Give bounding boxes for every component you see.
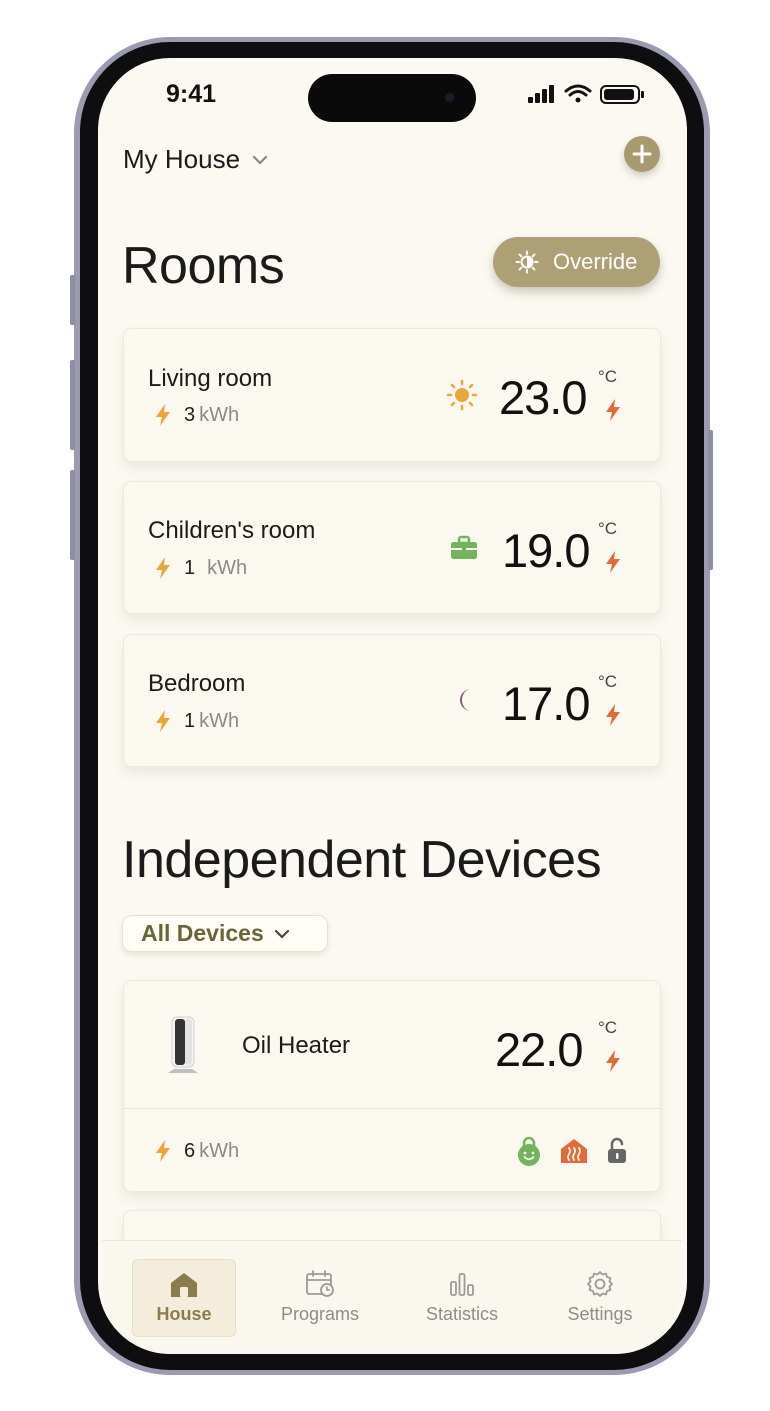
room-temperature: 19.0 — [502, 524, 590, 577]
room-kwh-unit: kWh — [199, 709, 240, 732]
house-selector[interactable]: My House — [123, 144, 268, 175]
tab-bar: House Programs Statistics Settings — [102, 1240, 682, 1354]
room-energy: 1 kWh — [154, 556, 247, 580]
calendar-icon — [306, 1269, 334, 1297]
temperature-unit: °C — [598, 1018, 618, 1037]
heating-bolt-icon — [606, 1050, 620, 1072]
tab-statistics[interactable]: Statistics — [412, 1259, 512, 1335]
room-card-living-room[interactable]: Living room 3 kWh 23.0 °C — [123, 328, 661, 462]
device-kwh-unit: kWh — [199, 1139, 240, 1162]
app-screen: 9:41 My House Rooms Override Living room… — [98, 58, 687, 1354]
child-lock-icon — [518, 1136, 540, 1166]
tab-programs[interactable]: Programs — [270, 1259, 370, 1335]
house-icon — [171, 1272, 197, 1297]
chevron-down-icon — [274, 929, 289, 939]
volume-down-button — [70, 470, 75, 560]
device-temperature: 22.0 — [495, 1023, 583, 1076]
room-temperature: 23.0 — [499, 371, 587, 424]
rooms-title: Rooms — [122, 237, 285, 295]
room-kwh-value: 3 — [184, 403, 196, 426]
lightning-icon — [156, 710, 170, 732]
card-divider — [124, 1108, 660, 1109]
device-status-icons — [516, 1136, 628, 1166]
device-card-oil-heater[interactable]: Oil Heater 22.0 °C 6 kWh — [123, 980, 661, 1192]
room-name: Bedroom — [148, 670, 246, 697]
cellular-signal-icon — [528, 85, 554, 103]
volume-up-button — [70, 360, 75, 450]
device-name: Oil Heater — [242, 1032, 351, 1059]
battery-icon — [600, 85, 644, 104]
temperature-unit: °C — [598, 519, 618, 538]
device-energy: 6 kWh — [154, 1139, 239, 1163]
lightning-icon — [156, 1140, 170, 1162]
room-kwh-value: 1 — [184, 709, 196, 732]
room-energy: 3 kWh — [154, 403, 239, 427]
dynamic-island — [308, 74, 476, 122]
tab-label: Statistics — [425, 1303, 499, 1324]
moon-icon — [460, 689, 471, 711]
room-name: Living room — [148, 365, 273, 392]
room-card-bedroom[interactable]: Bedroom 1 kWh 17.0 °C — [123, 634, 661, 767]
status-time: 9:41 — [166, 80, 217, 108]
add-button[interactable] — [624, 136, 660, 172]
sun-icon — [446, 379, 478, 411]
tab-settings[interactable]: Settings — [550, 1259, 650, 1335]
briefcase-icon — [451, 535, 477, 559]
room-kwh-value: 1 — [184, 556, 196, 579]
heating-bolt-icon — [606, 551, 620, 573]
brightness-icon — [515, 250, 539, 274]
plus-icon — [632, 144, 652, 164]
device-kwh-value: 6 — [184, 1139, 196, 1162]
temperature-unit: °C — [598, 672, 618, 691]
temperature-unit: °C — [598, 367, 618, 386]
filter-label: All Devices — [141, 920, 264, 946]
heating-bolt-icon — [606, 399, 620, 421]
override-label: Override — [553, 249, 638, 274]
power-button — [708, 430, 713, 570]
tab-label: House — [156, 1303, 212, 1324]
override-button[interactable]: Override — [493, 237, 660, 287]
tab-house[interactable]: House — [132, 1259, 236, 1337]
lightning-icon — [156, 404, 170, 426]
lightning-icon — [156, 557, 170, 579]
chevron-down-icon — [252, 155, 268, 165]
room-card-childrens-room[interactable]: Children's room 1 kWh 19.0 °C — [123, 481, 661, 614]
room-kwh-unit: kWh — [199, 403, 240, 426]
bar-chart-icon — [450, 1272, 474, 1296]
room-energy: 1 kWh — [154, 709, 239, 733]
room-temperature: 17.0 — [502, 677, 590, 730]
heating-icon — [561, 1139, 587, 1163]
wifi-icon — [564, 84, 592, 103]
tab-label: Settings — [567, 1303, 633, 1324]
status-icons — [526, 82, 646, 111]
mute-switch — [70, 275, 75, 325]
devices-title: Independent Devices — [122, 831, 602, 889]
device-filter-dropdown[interactable]: All Devices — [122, 915, 328, 952]
room-kwh-unit: kWh — [207, 556, 248, 579]
unlock-icon — [608, 1137, 626, 1163]
gear-icon — [587, 1270, 613, 1297]
tab-label: Programs — [280, 1303, 360, 1324]
oil-heater-icon — [168, 1016, 198, 1073]
room-name: Children's room — [148, 517, 316, 544]
house-name: My House — [123, 144, 241, 174]
heating-bolt-icon — [606, 704, 620, 726]
